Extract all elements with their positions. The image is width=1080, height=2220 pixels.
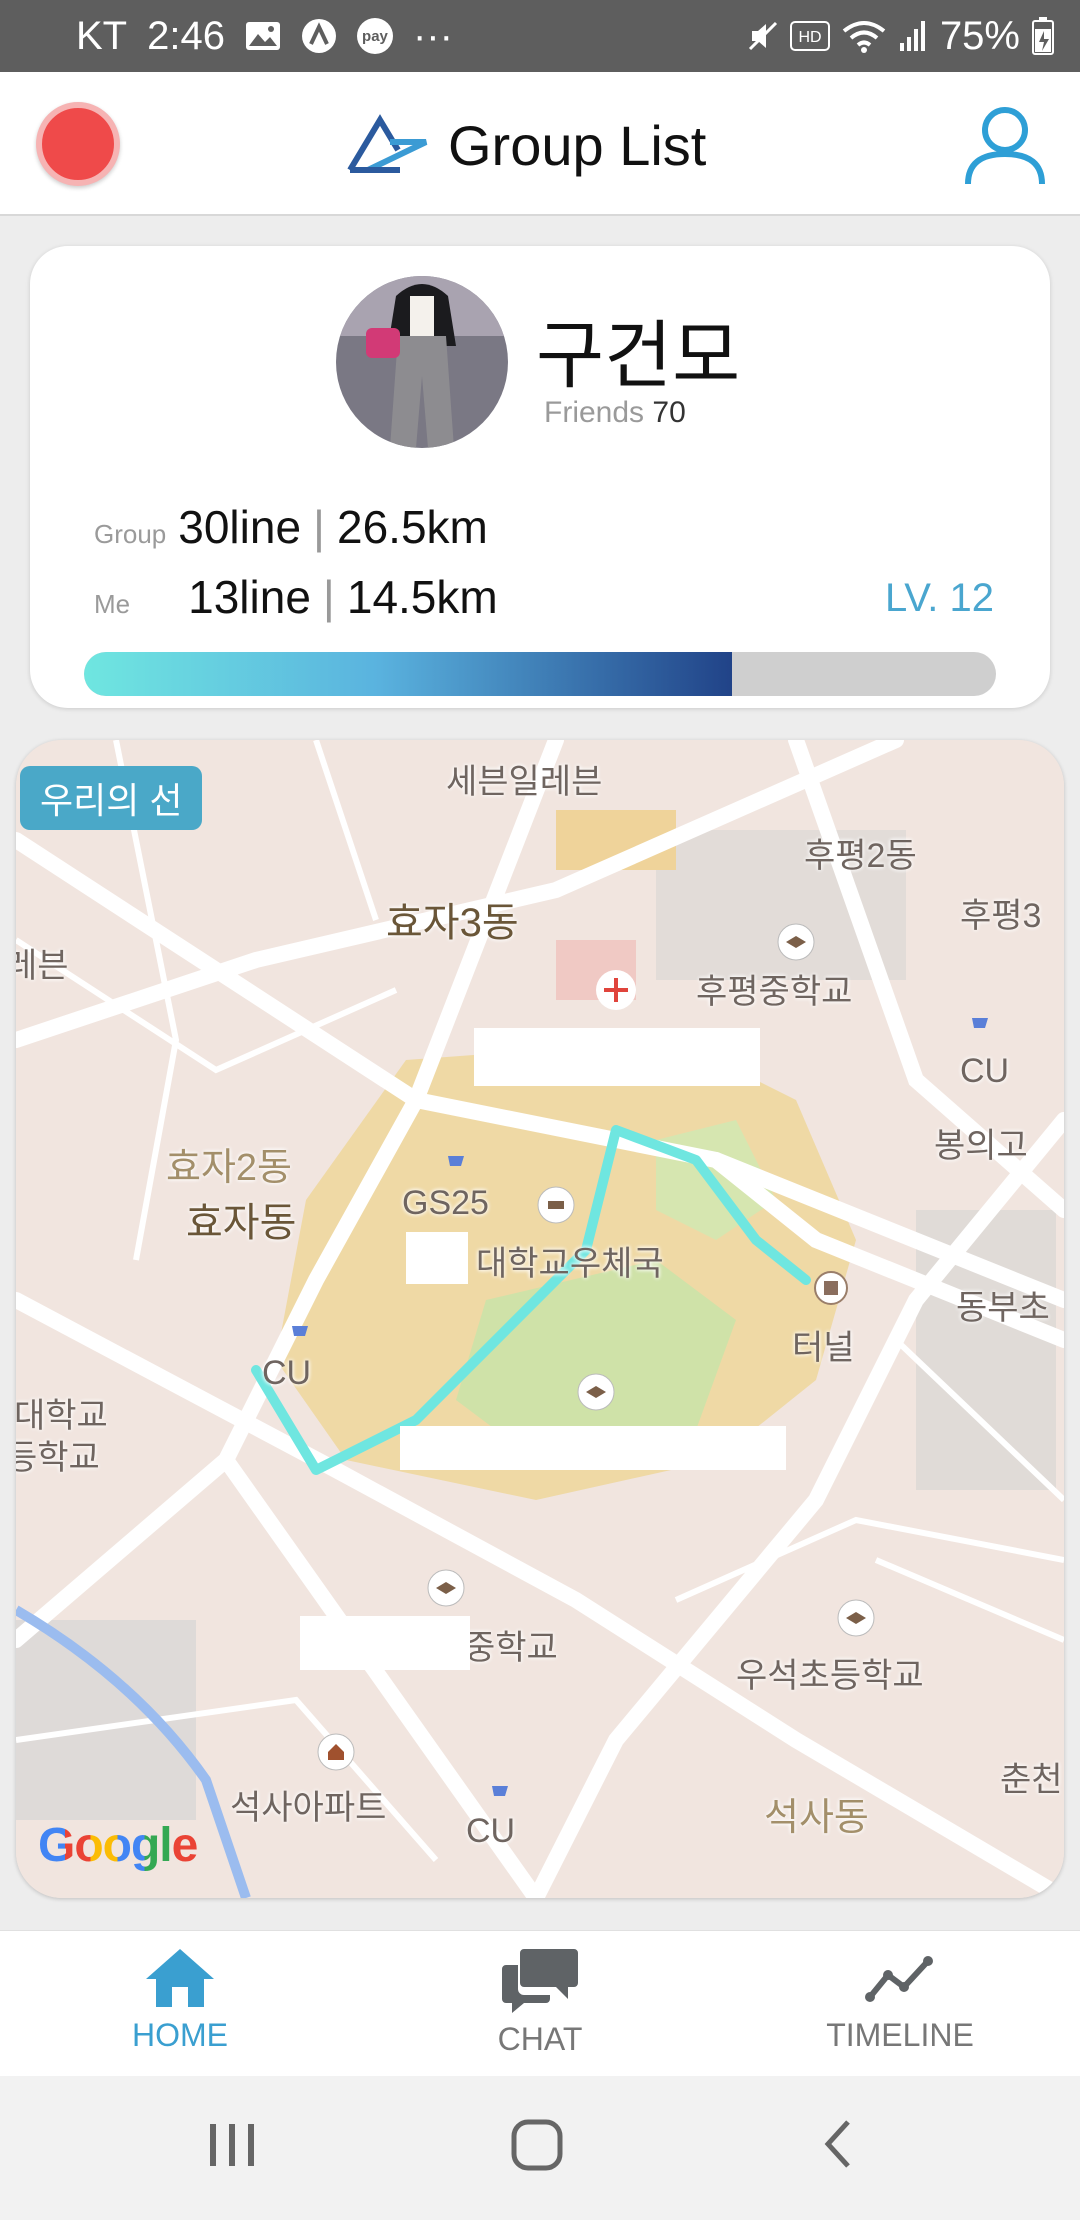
- map-label: CU: [262, 1354, 312, 1392]
- google-logo-text: Google: [38, 1819, 198, 1872]
- map-label: GS25: [402, 1184, 489, 1222]
- friends-number: 70: [652, 396, 686, 429]
- map-label: 후평중학교: [696, 973, 853, 1011]
- carrier-text: KT: [76, 13, 128, 58]
- nav-chat-label: CHAT: [497, 2021, 583, 2057]
- me-stats: Me 13line | 14.5km: [94, 570, 498, 624]
- pay-icon: pay: [356, 18, 393, 54]
- map-title-badge: 우리의 선: [20, 766, 203, 830]
- me-distance: 14.5km: [346, 571, 498, 623]
- avatar[interactable]: [336, 276, 508, 448]
- map-label: 석사아파트: [230, 1789, 387, 1827]
- nav-timeline-label: TIMELINE: [826, 2017, 974, 2053]
- map-label: 효자동: [186, 1201, 297, 1245]
- group-distance: 26.5km: [337, 501, 488, 553]
- nav-home[interactable]: HOME: [0, 1931, 360, 2077]
- timeline-icon: [865, 1956, 933, 2002]
- image-icon: [245, 20, 281, 52]
- map-label: 효자3동: [386, 901, 519, 945]
- battery-icon: [1032, 17, 1054, 55]
- time-text: 2:46: [147, 13, 225, 58]
- signal-icon: [898, 19, 928, 53]
- record-button[interactable]: [36, 102, 120, 186]
- redacted-label: [300, 1616, 470, 1670]
- home-icon: [146, 1949, 214, 2007]
- me-lines: 13line: [188, 571, 311, 623]
- group-label: Group: [94, 519, 167, 549]
- recents-button[interactable]: [206, 2114, 258, 2179]
- group-stats: Group 30line | 26.5km: [94, 500, 488, 554]
- back-button[interactable]: [818, 2114, 858, 2179]
- bottom-nav: HOME CHAT TIMELINE: [0, 1930, 1080, 2077]
- header-title-group: Group List: [340, 112, 706, 179]
- status-bar: KT 2:46 pay ··· HD 75%: [0, 0, 1080, 72]
- friends-label: Friends: [544, 396, 645, 429]
- map-label: 레븐: [16, 947, 69, 985]
- map-label: 대학교우체국: [476, 1245, 664, 1283]
- map-label: 중학교: [464, 1629, 558, 1667]
- map-label: 동부초: [956, 1289, 1050, 1327]
- google-attribution: Google: [38, 1818, 198, 1873]
- level-label: LV. 12: [884, 576, 994, 620]
- page-title: Group List: [448, 114, 707, 177]
- map-label: 세븐일레븐: [446, 763, 603, 801]
- mute-icon: [748, 19, 778, 53]
- profile-card: 구건모 Friends 70 Group 30line | 26.5km Me …: [30, 246, 1050, 708]
- map-label: 후평3: [960, 897, 1042, 935]
- map-label: 석사동: [764, 1797, 869, 1839]
- nav-chat[interactable]: CHAT: [360, 1931, 720, 2077]
- map-label: 효자2동: [166, 1147, 293, 1189]
- group-lines: 30line: [178, 501, 302, 553]
- more-notifications-icon: ···: [412, 13, 453, 58]
- recents-icon: [210, 2124, 254, 2166]
- wifi-icon: [842, 19, 886, 53]
- map-label: CU: [960, 1052, 1010, 1090]
- divider: |: [313, 501, 325, 553]
- battery-percent: 75%: [939, 13, 1020, 58]
- hd-icon: HD: [789, 21, 830, 51]
- route-map[interactable]: 우리의 선 세븐일레븐 후평2동 효자3동 후평3 레븐 후평중학교 CU 봉의…: [16, 740, 1064, 1898]
- map-label: 봉의고: [934, 1127, 1028, 1165]
- map-label: 터널: [792, 1329, 855, 1367]
- user-icon: [965, 107, 1045, 185]
- redacted-label: [400, 1426, 786, 1470]
- chat-icon: [502, 1949, 578, 2013]
- map-label: 등학교: [16, 1439, 100, 1477]
- map-label: 후평2동: [804, 837, 917, 875]
- profile-button[interactable]: [960, 100, 1050, 190]
- app-header: Group List: [0, 72, 1080, 216]
- user-name: 구건모: [536, 314, 741, 397]
- me-label: Me: [94, 589, 131, 619]
- nav-timeline[interactable]: TIMELINE: [720, 1931, 1080, 2077]
- level-progress-fill: [84, 652, 732, 696]
- map-label: 춘천: [1000, 1761, 1063, 1799]
- a-icon: [301, 18, 337, 54]
- map-label: CU: [466, 1812, 516, 1850]
- friends-count[interactable]: Friends 70: [544, 396, 686, 430]
- map-background: [16, 740, 1064, 1898]
- redacted-label: [474, 1028, 760, 1086]
- level-progress-bar: [84, 652, 996, 696]
- divider: |: [322, 571, 335, 623]
- system-nav-bar: [0, 2076, 1080, 2220]
- back-icon: [824, 2120, 850, 2168]
- svg-text:HD: HD: [798, 29, 821, 46]
- app-logo-icon: [340, 112, 430, 179]
- redacted-label: [406, 1232, 468, 1284]
- home-circle-icon: [511, 2119, 563, 2171]
- nav-home-label: HOME: [132, 2017, 228, 2053]
- home-system-button[interactable]: [508, 2114, 568, 2179]
- map-label: 우석초등학교: [736, 1657, 924, 1695]
